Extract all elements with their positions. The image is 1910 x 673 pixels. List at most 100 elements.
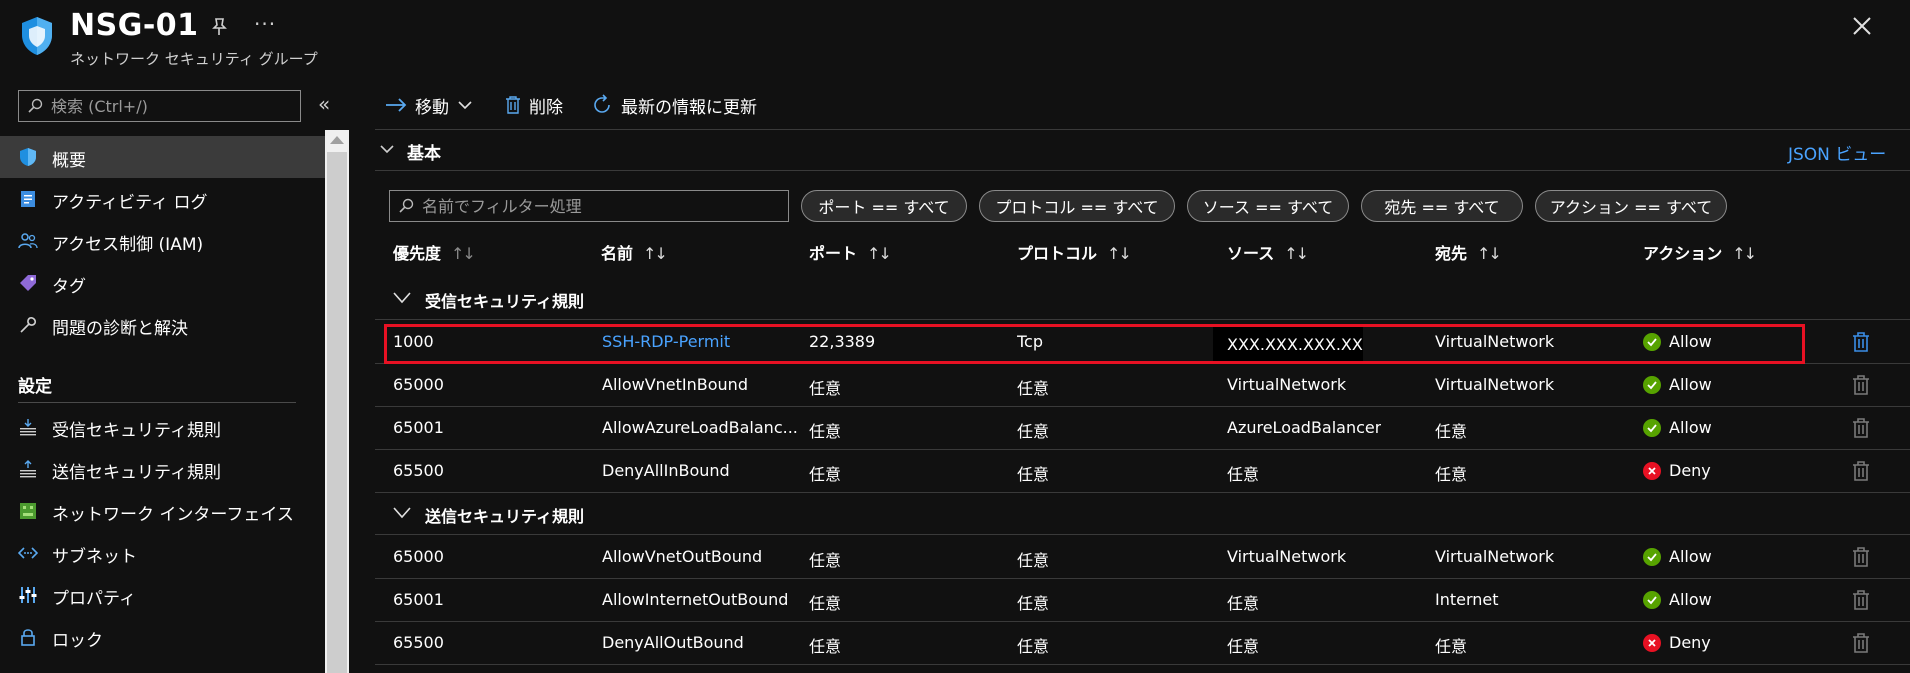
cell-action: Deny bbox=[1643, 633, 1711, 652]
cell-protocol: 任意 bbox=[1017, 422, 1050, 441]
page-title: NSG-01 bbox=[70, 8, 199, 43]
table-row[interactable]: 65001 AllowInternetOutBound 任意 任意 任意 Int… bbox=[375, 579, 1910, 622]
destination-filter-pill[interactable]: 宛先 == すべて bbox=[1361, 190, 1523, 222]
sidebar-search-input[interactable] bbox=[51, 95, 291, 117]
sort-icon: ↑↓ bbox=[1477, 244, 1502, 263]
cell-source: VirtualNetwork bbox=[1227, 375, 1347, 394]
action-label: Deny bbox=[1669, 461, 1711, 480]
delete-row-icon[interactable] bbox=[1851, 632, 1871, 654]
sort-icon: ↑↓ bbox=[451, 244, 476, 263]
close-icon[interactable] bbox=[1850, 14, 1874, 38]
column-header-source[interactable]: ソース ↑↓ bbox=[1227, 240, 1309, 264]
table-row[interactable]: 65000 AllowVnetOutBound 任意 任意 VirtualNet… bbox=[375, 536, 1910, 579]
delete-row-icon[interactable] bbox=[1851, 546, 1871, 568]
name-filter-input[interactable] bbox=[422, 195, 782, 217]
name-filter[interactable] bbox=[389, 190, 789, 222]
action-filter-pill[interactable]: アクション == すべて bbox=[1535, 190, 1727, 222]
delete-row-icon[interactable] bbox=[1851, 331, 1871, 353]
cell-name: AllowInternetOutBound bbox=[602, 590, 789, 609]
cell-priority: 65500 bbox=[393, 461, 444, 480]
cell-name: AllowVnetInBound bbox=[602, 375, 748, 394]
section-divider bbox=[18, 402, 296, 403]
protocol-filter-pill[interactable]: プロトコル == すべて bbox=[979, 190, 1175, 222]
delete-button[interactable]: 削除 bbox=[505, 92, 563, 118]
sidebar-item-label: 概要 bbox=[52, 151, 86, 171]
cell-port: 任意 bbox=[809, 637, 842, 656]
sidebar-item-outbound-rules[interactable]: 送信セキュリティ規則 bbox=[0, 448, 325, 490]
move-button[interactable]: 移動 bbox=[385, 92, 473, 118]
chevron-down-icon[interactable] bbox=[393, 292, 411, 304]
sidebar-item-label: ロック bbox=[52, 631, 103, 651]
table-row[interactable]: 65500 DenyAllOutBound 任意 任意 任意 任意 Deny bbox=[375, 622, 1910, 665]
sidebar-scrollbar[interactable] bbox=[325, 130, 349, 673]
sidebar-item-activity-log[interactable]: アクティビティ ログ bbox=[0, 178, 325, 220]
table-row[interactable]: 65500 DenyAllInBound 任意 任意 任意 任意 Deny bbox=[375, 450, 1910, 493]
sidebar-search[interactable] bbox=[18, 90, 301, 122]
cell-action: Allow bbox=[1643, 547, 1712, 566]
column-header-priority[interactable]: 優先度 ↑↓ bbox=[393, 240, 476, 264]
column-header-action[interactable]: アクション ↑↓ bbox=[1643, 240, 1757, 264]
cell-source-redacted: XXX.XXX.XXX.XXX bbox=[1213, 325, 1363, 361]
nsg-shield-icon bbox=[22, 17, 52, 55]
sidebar-item-network-interfaces[interactable]: ネットワーク インターフェイス bbox=[0, 490, 325, 532]
sort-icon: ↑↓ bbox=[867, 244, 892, 263]
cell-priority: 1000 bbox=[393, 332, 434, 351]
delete-row-icon[interactable] bbox=[1851, 460, 1871, 482]
group-label: 送信セキュリティ規則 bbox=[425, 507, 585, 526]
table-row[interactable]: 1000 SSH-RDP-Permit 22,3389 Tcp XXX.XXX.… bbox=[375, 321, 1910, 364]
cell-port: 任意 bbox=[809, 379, 842, 398]
cell-port: 22,3389 bbox=[809, 332, 876, 351]
table-row[interactable]: 65001 AllowAzureLoadBalanc... 任意 任意 Azur… bbox=[375, 407, 1910, 450]
json-view-link[interactable]: JSON ビュー bbox=[1788, 140, 1886, 165]
cell-port: 任意 bbox=[809, 465, 842, 484]
cell-protocol: 任意 bbox=[1017, 594, 1050, 613]
delete-row-icon[interactable] bbox=[1851, 374, 1871, 396]
chevron-down-icon[interactable] bbox=[393, 507, 411, 519]
delete-row-icon[interactable] bbox=[1851, 589, 1871, 611]
refresh-button[interactable]: 最新の情報に更新 bbox=[591, 92, 757, 118]
sort-icon: ↑↓ bbox=[643, 244, 668, 263]
scrollbar-thumb[interactable] bbox=[327, 152, 347, 673]
essentials-section: 基本 JSON ビュー bbox=[375, 130, 1910, 171]
column-header-name[interactable]: 名前 ↑↓ bbox=[601, 240, 668, 264]
scroll-up-icon[interactable] bbox=[330, 136, 344, 144]
cell-destination: 任意 bbox=[1435, 465, 1468, 484]
sort-icon: ↑↓ bbox=[1107, 244, 1132, 263]
sidebar-item-overview[interactable]: 概要 bbox=[0, 136, 325, 178]
sidebar-item-diagnose[interactable]: 問題の診断と解決 bbox=[0, 304, 325, 346]
cell-protocol: Tcp bbox=[1017, 332, 1044, 351]
cell-name-link[interactable]: SSH-RDP-Permit bbox=[602, 332, 730, 351]
sidebar-item-tags[interactable]: タグ bbox=[0, 262, 325, 304]
cell-protocol: 任意 bbox=[1017, 637, 1050, 656]
column-header-label: 優先度 bbox=[393, 244, 442, 263]
sidebar-item-iam[interactable]: アクセス制御 (IAM) bbox=[0, 220, 325, 262]
essentials-label: 基本 bbox=[407, 144, 441, 164]
sidebar-item-inbound-rules[interactable]: 受信セキュリティ規則 bbox=[0, 406, 325, 448]
sidebar-item-label: アクセス制御 (IAM) bbox=[52, 235, 204, 255]
column-header-destination[interactable]: 宛先 ↑↓ bbox=[1435, 240, 1502, 264]
port-filter-pill[interactable]: ポート == すべて bbox=[801, 190, 967, 222]
command-bar: 移動 削除 最新の情報に更新 bbox=[375, 80, 1910, 130]
sidebar-item-subnets[interactable]: サブネット bbox=[0, 532, 325, 574]
delete-row-icon[interactable] bbox=[1851, 417, 1871, 439]
iam-icon bbox=[18, 233, 38, 249]
chevron-down-icon[interactable] bbox=[379, 141, 395, 157]
action-label: Allow bbox=[1669, 418, 1712, 437]
page-subtitle: ネットワーク セキュリティ グループ bbox=[70, 50, 318, 68]
sidebar-item-properties[interactable]: プロパティ bbox=[0, 574, 325, 616]
sidebar-item-label: ネットワーク インターフェイス bbox=[52, 505, 294, 525]
cell-protocol: 任意 bbox=[1017, 551, 1050, 570]
cell-port: 任意 bbox=[809, 422, 842, 441]
column-header-protocol[interactable]: プロトコル ↑↓ bbox=[1017, 240, 1132, 264]
pin-icon[interactable] bbox=[208, 16, 230, 38]
cell-name: AllowAzureLoadBalanc... bbox=[602, 418, 798, 437]
activity-log-icon bbox=[21, 191, 35, 207]
arrow-right-icon bbox=[386, 98, 407, 112]
table-row[interactable]: 65000 AllowVnetInBound 任意 任意 VirtualNetw… bbox=[375, 364, 1910, 407]
chevron-down-icon bbox=[458, 101, 472, 110]
column-header-port[interactable]: ポート ↑↓ bbox=[809, 240, 892, 264]
source-filter-pill[interactable]: ソース == すべて bbox=[1187, 190, 1349, 222]
sidebar-item-locks[interactable]: ロック bbox=[0, 616, 325, 658]
more-options-icon[interactable]: ··· bbox=[254, 12, 276, 36]
collapse-sidebar-icon[interactable]: « bbox=[318, 92, 330, 116]
